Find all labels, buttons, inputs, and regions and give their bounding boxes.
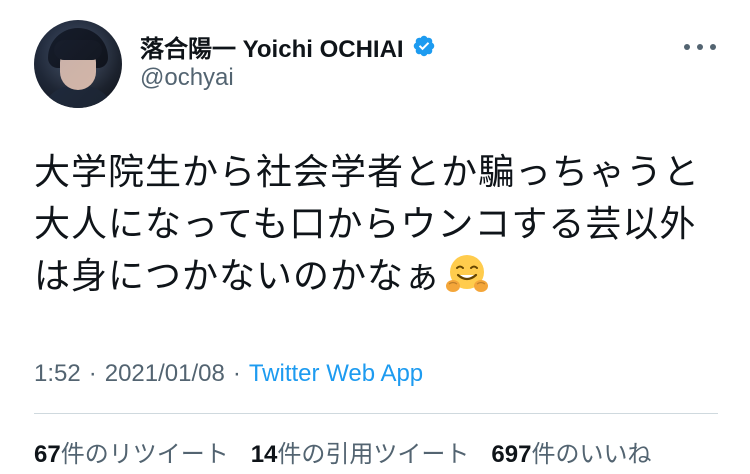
meta-separator: · <box>232 360 241 387</box>
author-display-name[interactable]: 落合陽一 Yoichi OCHIAI <box>140 29 404 64</box>
likes-stat[interactable]: 697 件のいいね <box>491 434 651 469</box>
hugging-face-emoji-icon <box>446 255 489 292</box>
author-name-row: 落合陽一 Yoichi OCHIAI <box>140 29 436 64</box>
quote-tweets-count: 14 <box>250 441 278 468</box>
tweet-meta: 1:52 · 2021/01/08 · Twitter Web App <box>34 360 423 388</box>
tweet-text-line: 大人になっても口からウンコする芸以外 <box>34 203 697 244</box>
avatar[interactable] <box>34 20 122 108</box>
author-handle[interactable]: @ochyai <box>140 64 234 92</box>
tweet-date[interactable]: 2021/01/08 <box>105 360 225 388</box>
tweet-text: 大学院生から社会学者とか騙っちゃうと 大人になっても口からウンコする芸以外 は身… <box>34 146 724 302</box>
tweet-text-line-content: は身につかないのかなぁ <box>34 255 442 296</box>
retweets-count: 67 <box>34 441 61 468</box>
divider <box>34 413 718 414</box>
quote-tweets-label: 件の引用ツイート <box>277 441 470 468</box>
more-options-icon[interactable] <box>684 40 716 54</box>
verified-badge-icon <box>413 35 434 57</box>
retweets-stat[interactable]: 67 件のリツイート <box>34 434 229 469</box>
quote-tweets-stat[interactable]: 14 件の引用ツイート <box>251 434 470 469</box>
retweets-label: 件のリツイート <box>60 441 229 468</box>
meta-separator: · <box>88 360 97 387</box>
likes-count: 697 <box>491 441 532 468</box>
likes-label: 件のいいね <box>531 441 652 468</box>
tweet-stats: 67 件のリツイート 14 件の引用ツイート 697 件のいいね <box>34 434 651 469</box>
tweet-time[interactable]: 1:52 <box>34 360 81 388</box>
tweet-text-line: 大学院生から社会学者とか騙っちゃうと <box>34 151 701 192</box>
tweet-text-line-last: は身につかないのかなぁ <box>34 250 724 302</box>
tweet-source-link[interactable]: Twitter Web App <box>249 360 423 388</box>
